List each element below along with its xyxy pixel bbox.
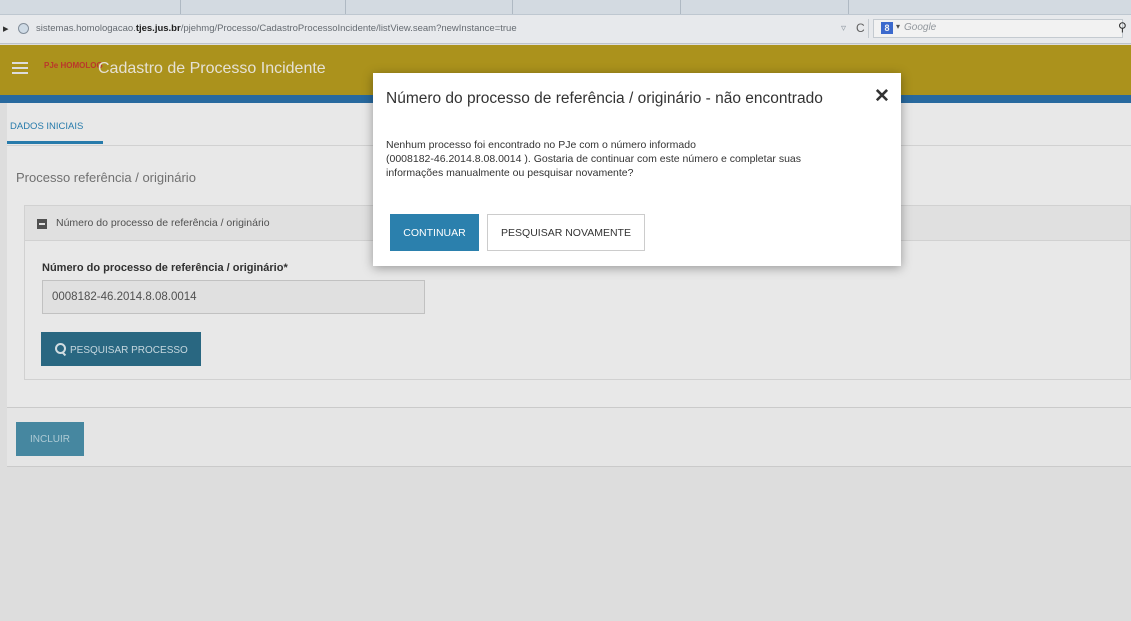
dialog-title: Número do processo de referência / origi… [386, 90, 823, 107]
close-icon[interactable]: ✕ [874, 85, 890, 108]
dialog-message: Nenhum processo foi encontrado no PJe co… [386, 138, 886, 180]
dialog-message-line: (0008182-46.2014.8.08.0014 ). Gostaria d… [386, 153, 802, 165]
continue-button[interactable]: CONTINUAR [390, 214, 479, 251]
dialog-message-line: Nenhum processo foi encontrado no PJe co… [386, 139, 696, 151]
search-again-button[interactable]: PESQUISAR NOVAMENTE [487, 214, 645, 251]
not-found-dialog: Número do processo de referência / origi… [373, 73, 901, 266]
dialog-message-line: informações manualmente ou pesquisar nov… [386, 167, 634, 179]
